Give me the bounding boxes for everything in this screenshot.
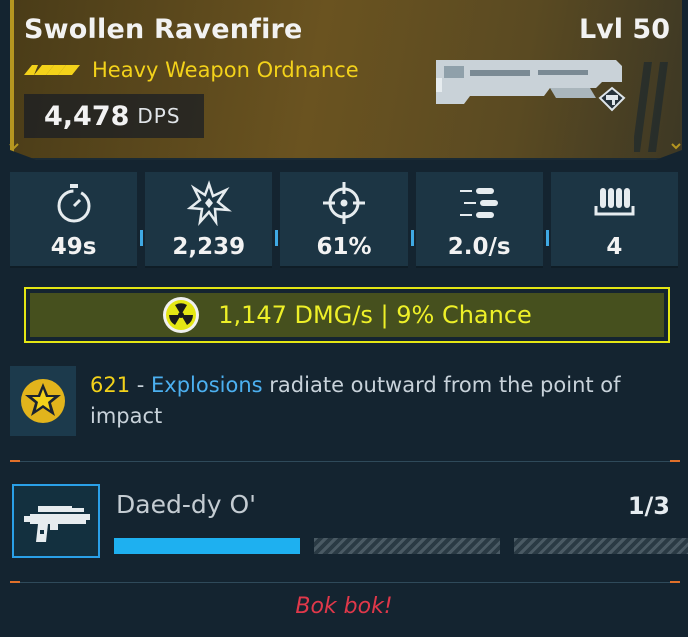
elemental-inner: 1,147 DMG/s | 9% Chance — [30, 293, 664, 337]
stat-value: 2,239 — [172, 234, 246, 260]
perk-description: 621 - Explosions radiate outward from th… — [90, 370, 670, 432]
item-header: Swollen Ravenfire Lvl 50 Heavy Weapon Or… — [10, 0, 682, 160]
item-level: Lvl 50 — [578, 14, 670, 45]
stat-reload-time: 49s — [10, 172, 144, 268]
divider-dot — [10, 581, 20, 583]
magazine-icon — [594, 188, 635, 216]
stat-value: 61% — [316, 234, 372, 260]
stat-separator — [545, 230, 549, 246]
stat-fire-rate: 2.0/s — [415, 172, 549, 268]
stat-damage: 2,239 — [145, 172, 279, 268]
stat-accuracy: 61% — [280, 172, 414, 268]
flavor-text: Bok bok! — [295, 594, 393, 619]
divider-dot — [10, 460, 20, 462]
radiation-icon — [163, 297, 200, 333]
corner-mark-right — [671, 143, 681, 150]
divider-bottom — [10, 582, 678, 583]
dps-box: 4,478 DPS — [24, 94, 204, 138]
impact-burst-icon — [186, 180, 232, 226]
dps-value: 4,478 — [44, 100, 130, 132]
header-bottom-line — [14, 158, 682, 160]
elemental-panel: 1,147 DMG/s | 9% Chance — [24, 287, 670, 343]
mission-title: Daed-dy O' — [116, 490, 257, 519]
rarity-chevrons-icon — [24, 65, 80, 75]
dps-unit: DPS — [137, 104, 181, 128]
stat-value: 4 — [606, 234, 623, 260]
progress-segment-filled — [114, 538, 300, 554]
explosion-star-icon — [21, 379, 65, 423]
perk-number: 621 — [90, 373, 131, 397]
perk-row: 621 - Explosions radiate outward from th… — [10, 366, 678, 436]
rarity-row: Heavy Weapon Ordnance — [24, 58, 359, 82]
stat-separator — [140, 230, 144, 246]
progress-segment-empty — [314, 538, 500, 554]
stat-separator — [275, 230, 279, 246]
weapon-type: Heavy Weapon Ordnance — [92, 58, 359, 82]
divider-top — [10, 461, 678, 462]
decorative-stripes — [634, 62, 668, 152]
bullets-fire-rate-icon — [460, 188, 499, 218]
perk-icon-box — [10, 366, 76, 436]
stat-value: 2.0/s — [447, 234, 511, 260]
mission-count: 1/3 — [627, 492, 670, 520]
mission-icon-box — [12, 484, 100, 558]
progress-segment-empty — [514, 538, 688, 554]
elemental-text: 1,147 DMG/s | 9% Chance — [218, 301, 532, 329]
stat-magazine: 4 — [550, 172, 679, 268]
stopwatch-icon — [57, 184, 91, 223]
perk-dash: - — [130, 373, 152, 397]
stat-separator — [410, 230, 414, 246]
crosshair-icon — [323, 182, 365, 224]
stat-value: 49s — [50, 234, 97, 260]
item-name: Swollen Ravenfire — [24, 14, 303, 45]
corner-mark-left — [9, 143, 19, 150]
stats-row: 49s 2,239 61% 2.0/s 4 — [10, 172, 679, 268]
pistol-icon — [24, 506, 90, 542]
weapon-image — [436, 60, 626, 112]
divider-dot — [670, 581, 680, 583]
divider-dot — [670, 460, 680, 462]
perk-keyword: Explosions — [151, 373, 263, 397]
